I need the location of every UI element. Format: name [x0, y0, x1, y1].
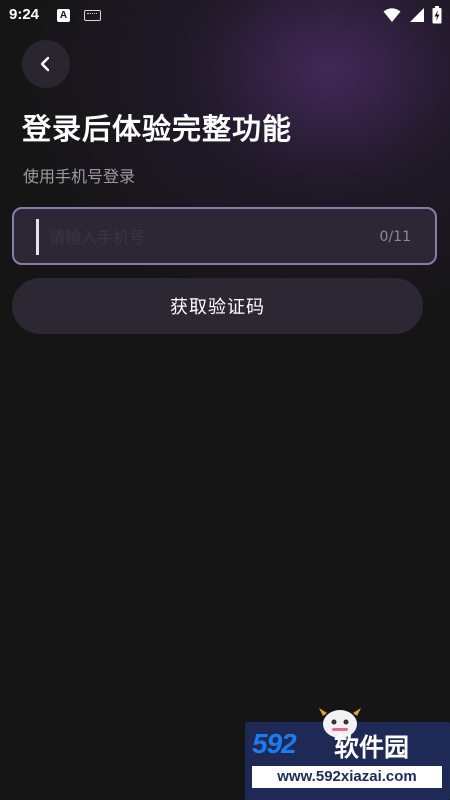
watermark-number: 592: [252, 728, 297, 759]
wifi-icon: [383, 8, 401, 22]
watermark-url: www.592xiazai.com: [252, 766, 442, 788]
page-subtitle: 使用手机号登录: [23, 167, 136, 186]
system-icons: [383, 6, 442, 24]
signal-icon: [410, 8, 424, 22]
background-glow: [0, 0, 450, 320]
get-code-button[interactable]: 获取验证码: [12, 278, 423, 334]
char-counter: 0/11: [379, 229, 411, 245]
back-button[interactable]: [22, 40, 70, 88]
battery-charging-icon: [432, 6, 442, 24]
page-title: 登录后体验完整功能: [22, 112, 293, 146]
status-bar: 9:24 A: [0, 0, 450, 32]
watermark-name: 软件园: [334, 733, 410, 762]
chevron-left-icon: [40, 56, 50, 72]
keyboard-icon: [84, 10, 101, 21]
status-time: 9:24: [9, 6, 40, 23]
phone-field[interactable]: 0/11: [12, 207, 437, 265]
a-icon: A: [57, 9, 70, 22]
phone-input[interactable]: [36, 219, 371, 255]
